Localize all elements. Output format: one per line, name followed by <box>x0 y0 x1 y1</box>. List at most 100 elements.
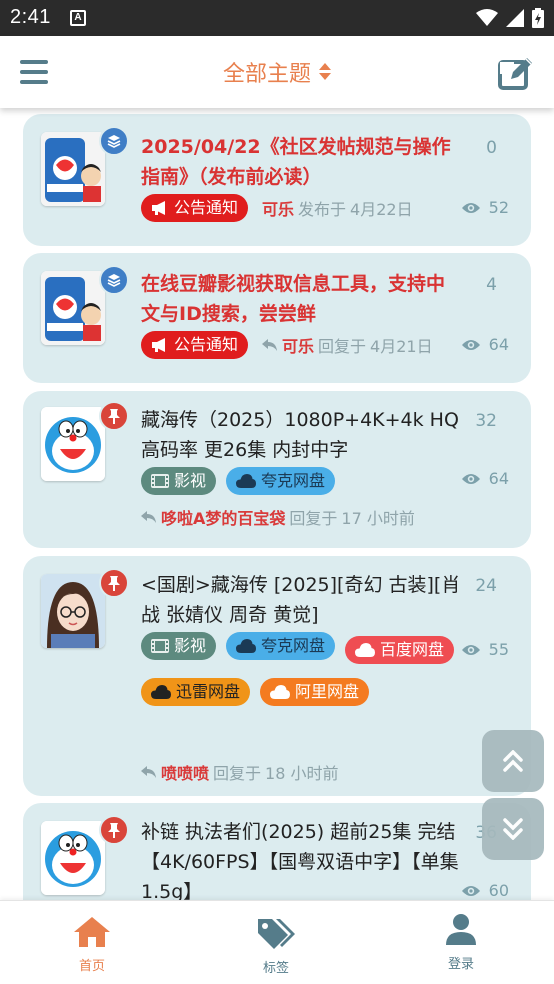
topic-card[interactable]: 藏海传（2025）1080P+4K+4k HQ 高码率 更26集 内封中字 32… <box>23 391 531 548</box>
nav-login[interactable]: 登录 <box>411 913 511 972</box>
topic-list[interactable]: 2025/04/22《社区发帖规范与操作指南》（发布前必读） 0 公告通知 可乐… <box>0 108 554 900</box>
topic-title[interactable]: 在线豆瓣影视获取信息工具，支持中文与ID搜索，尝尝鲜 <box>141 269 461 329</box>
edit-icon <box>498 58 532 90</box>
topic-title[interactable]: 藏海传（2025）1080P+4K+4k HQ 高码率 更26集 内封中字 <box>141 405 461 465</box>
user-icon <box>446 914 476 945</box>
tag-list: 公告通知 可乐 回复于 4月21日 <box>141 331 471 359</box>
author-name[interactable]: 哆啦A梦的百宝袋 <box>161 505 285 529</box>
meta-time: 18 小时前 <box>265 764 339 783</box>
view-count: 60 <box>461 881 509 900</box>
pin-icon <box>108 409 120 424</box>
pin-icon <box>108 576 120 591</box>
cloud-icon <box>236 639 257 653</box>
view-count-value: 64 <box>488 469 509 488</box>
topic-title[interactable]: <国剧>藏海传 [2025][奇幻 古装][肖战 张婧仪 周奇 黄觉] <box>141 570 461 630</box>
doraemon-avatar <box>41 407 105 481</box>
view-count-value: 64 <box>488 335 509 354</box>
signal-icon <box>506 9 524 27</box>
battery-icon <box>532 8 544 28</box>
layers-icon <box>107 135 121 148</box>
topic-card[interactable]: 补链 执法者们(2025) 超前25集 完结【4K/60FPS】【国粤双语中字】… <box>23 803 531 900</box>
layers-icon <box>107 274 121 287</box>
topic-badge <box>99 126 129 156</box>
avatar[interactable] <box>41 407 105 481</box>
nav-home[interactable]: 首页 <box>42 917 142 974</box>
tag-label: 夸克网盘 <box>261 636 326 655</box>
reply-count: 0 <box>486 138 497 158</box>
tags-icon <box>258 919 295 949</box>
avatar[interactable] <box>41 132 105 206</box>
tag-video[interactable]: 影视 <box>141 632 217 660</box>
nav-label: 登录 <box>447 957 474 972</box>
sort-icon <box>319 62 331 82</box>
app-header: 全部主题 <box>0 36 554 108</box>
pin-icon <box>108 823 120 838</box>
avatar[interactable] <box>41 821 105 895</box>
topic-badge <box>99 265 129 295</box>
tag-xunlei[interactable]: 迅雷网盘 <box>141 678 251 706</box>
avatar[interactable] <box>41 271 105 345</box>
topic-card[interactable]: 在线豆瓣影视获取信息工具，支持中文与ID搜索，尝尝鲜 4 公告通知 可乐 回复于… <box>23 253 531 383</box>
tag-label: 百度网盘 <box>380 640 445 659</box>
cloud-icon <box>236 474 257 488</box>
topic-card[interactable]: <国剧>藏海传 [2025][奇幻 古装][肖战 张婧仪 周奇 黄觉] 24 影… <box>23 556 531 796</box>
view-count: 64 <box>461 335 509 354</box>
avatar[interactable] <box>41 574 105 648</box>
cloud-icon <box>270 685 291 699</box>
tag-aliyun[interactable]: 阿里网盘 <box>260 678 370 706</box>
topic-card[interactable]: 2025/04/22《社区发帖规范与操作指南》（发布前必读） 0 公告通知 可乐… <box>23 114 531 246</box>
home-icon <box>74 917 110 947</box>
status-time: 2:41 <box>10 6 51 28</box>
bottom-nav: 首页 标签 登录 <box>0 900 554 984</box>
tag-video[interactable]: 影视 <box>141 467 217 495</box>
compose-button[interactable] <box>498 56 534 90</box>
topic-filter-dropdown[interactable]: 全部主题 <box>0 56 554 88</box>
scroll-to-bottom-button[interactable] <box>482 798 544 860</box>
author-name[interactable]: 喷喷喷 <box>161 760 209 784</box>
topic-meta: 可乐 发布于 4月22日 <box>262 194 413 222</box>
author-name[interactable]: 可乐 <box>282 333 314 357</box>
tag-notice[interactable]: 公告通知 <box>141 194 249 222</box>
eye-icon <box>461 339 480 350</box>
tag-notice[interactable]: 公告通知 <box>141 331 249 359</box>
nav-label: 标签 <box>262 961 289 976</box>
tag-label: 公告通知 <box>174 198 239 217</box>
tag-list: 公告通知 可乐 发布于 4月22日 <box>141 194 471 222</box>
topic-badge <box>99 568 129 598</box>
meta-time: 4月22日 <box>350 200 413 219</box>
reply-icon <box>262 339 278 351</box>
tag-label: 影视 <box>174 471 207 490</box>
view-count-value: 60 <box>488 881 509 900</box>
eye-icon <box>461 885 480 896</box>
tag-quark[interactable]: 夸克网盘 <box>226 467 336 495</box>
view-count: 55 <box>461 640 509 659</box>
scroll-to-top-button[interactable] <box>482 730 544 792</box>
page-title: 全部主题 <box>222 62 311 87</box>
topic-badge <box>99 401 129 431</box>
meta-time: 17 小时前 <box>341 509 415 528</box>
tag-label: 迅雷网盘 <box>176 682 241 701</box>
author-name[interactable]: 可乐 <box>262 196 294 220</box>
topic-title[interactable]: 2025/04/22《社区发帖规范与操作指南》（发布前必读） <box>141 132 461 192</box>
topic-meta: 可乐 回复于 4月21日 <box>262 331 433 359</box>
cola-can-avatar <box>41 271 105 345</box>
view-count: 64 <box>461 469 509 488</box>
meta-action: 回复于 <box>289 509 338 528</box>
tag-quark[interactable]: 夸克网盘 <box>226 632 336 660</box>
reply-count: 24 <box>475 576 497 596</box>
topic-badge <box>99 815 129 845</box>
topic-title[interactable]: 补链 执法者们(2025) 超前25集 完结【4K/60FPS】【国粤双语中字】… <box>141 817 461 900</box>
tag-list: 影视 夸克网盘 百度网盘 迅雷网盘 阿里网盘 <box>141 632 471 706</box>
girl-avatar <box>41 574 105 648</box>
wifi-icon <box>476 9 498 26</box>
tag-list: 影视 夸克网盘 <box>141 467 471 495</box>
meta-time: 4月21日 <box>370 337 433 356</box>
meta-action: 回复于 <box>213 764 262 783</box>
doraemon-avatar <box>41 821 105 895</box>
cola-can-avatar <box>41 132 105 206</box>
nav-tags[interactable]: 标签 <box>226 917 326 976</box>
meta-action: 发布于 <box>298 200 347 219</box>
tag-baidu[interactable]: 百度网盘 <box>345 636 455 664</box>
eye-icon <box>461 473 480 484</box>
status-bar: 2:41 A <box>0 0 554 36</box>
